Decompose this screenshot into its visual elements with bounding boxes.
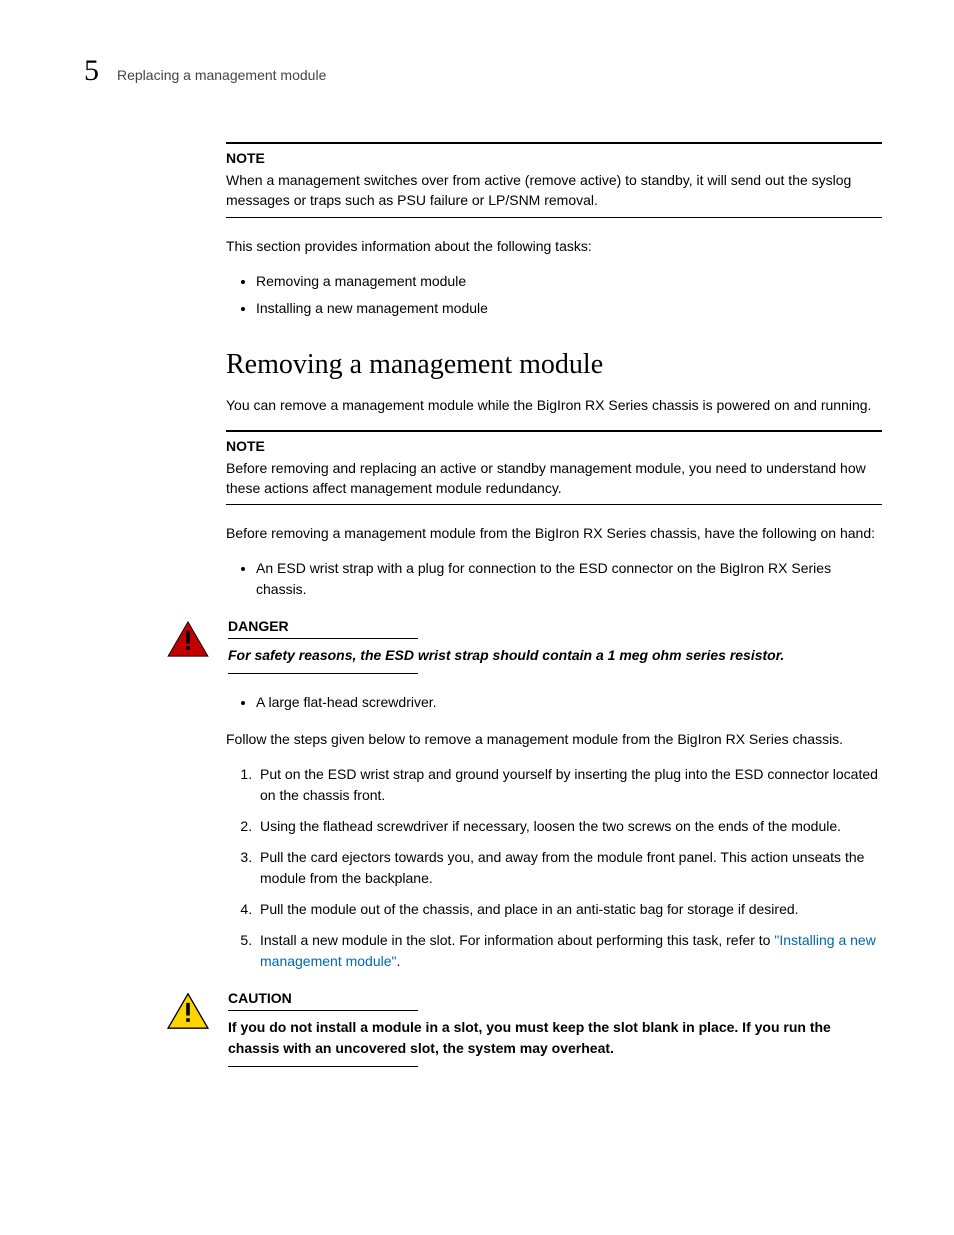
before-paragraph: Before removing a management module from… [226,523,882,544]
note-label: NOTE [226,434,265,454]
note-block: NOTE When a management switches over fro… [226,142,882,218]
caution-label: CAUTION [228,990,292,1010]
danger-label: DANGER [228,618,289,638]
intro-bullet-list: Removing a management module Installing … [226,271,882,319]
list-item: A large flat-head screwdriver. [256,692,882,713]
main-content: NOTE When a management switches over fro… [226,142,882,1067]
danger-icon [166,618,210,663]
caution-body: CAUTION If you do not install a module i… [228,990,882,1067]
caution-icon [166,990,210,1035]
step-item: Pull the card ejectors towards you, and … [256,847,882,889]
danger-text: For safety reasons, the ESD wrist strap … [228,645,882,665]
list-item: An ESD wrist strap with a plug for conne… [256,558,882,600]
step5-pre: Install a new module in the slot. For in… [260,932,774,948]
caution-admonition: CAUTION If you do not install a module i… [166,990,882,1067]
after-danger-bullet-list: A large flat-head screwdriver. [226,692,882,713]
list-item: Installing a new management module [256,298,882,319]
section-heading: Removing a management module [226,349,882,381]
note-body: Before removing and replacing an active … [226,458,882,506]
running-header: 5 Replacing a management module [84,56,882,86]
note-body: When a management switches over from act… [226,170,882,218]
follow-paragraph: Follow the steps given below to remove a… [226,729,882,750]
note-label: NOTE [226,146,265,166]
note-block: NOTE Before removing and replacing an ac… [226,430,882,506]
step-item: Pull the module out of the chassis, and … [256,899,882,920]
step-item: Install a new module in the slot. For in… [256,930,882,972]
before-bullet-list: An ESD wrist strap with a plug for conne… [226,558,882,600]
list-item: Removing a management module [256,271,882,292]
step-item: Using the flathead screwdriver if necess… [256,816,882,837]
intro-paragraph: This section provides information about … [226,236,882,257]
document-page: 5 Replacing a management module NOTE Whe… [0,0,954,1145]
chapter-number: 5 [84,56,99,86]
header-title: Replacing a management module [117,67,326,83]
steps-list: Put on the ESD wrist strap and ground yo… [226,764,882,972]
section-intro-paragraph: You can remove a management module while… [226,395,882,416]
caution-text: If you do not install a module in a slot… [228,1017,882,1058]
danger-body: DANGER For safety reasons, the ESD wrist… [228,618,882,674]
step5-post: . [397,953,401,969]
danger-admonition: DANGER For safety reasons, the ESD wrist… [166,618,882,674]
step-item: Put on the ESD wrist strap and ground yo… [256,764,882,806]
